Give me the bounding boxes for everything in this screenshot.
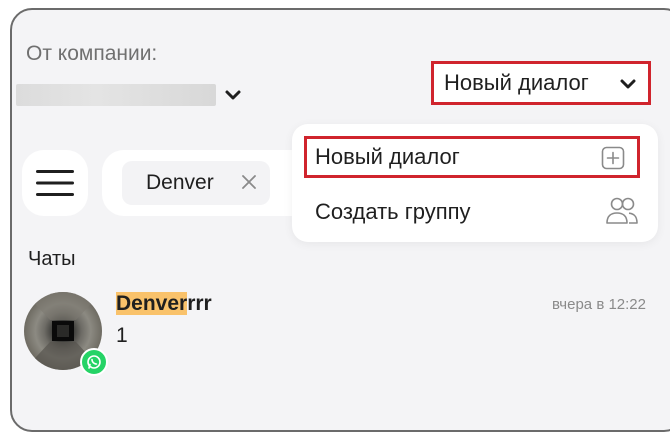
new-dialog-select[interactable]: Новый диалог: [431, 61, 651, 105]
dropdown-item-label: Создать группу: [315, 199, 471, 224]
people-group-icon: [606, 197, 638, 224]
new-dialog-select-label: Новый диалог: [444, 70, 589, 95]
chats-heading: Чаты: [28, 248, 76, 270]
search-filter-chip: Denver: [122, 161, 270, 205]
company-select-value[interactable]: [16, 84, 216, 106]
search-chip-text: Denver: [146, 171, 214, 194]
chat-timestamp: вчера в 12:22: [552, 296, 646, 313]
menu-button[interactable]: [22, 150, 88, 216]
chat-preview: 1: [116, 324, 128, 347]
dropdown-item-new-dialog[interactable]: Новый диалог: [304, 136, 640, 178]
chat-name-rest: rrr: [187, 292, 212, 315]
company-label: От компании:: [26, 42, 158, 65]
whatsapp-icon: [80, 348, 108, 376]
plus-square-icon: [601, 146, 625, 170]
dropdown-item-create-group[interactable]: Создать группу: [304, 190, 651, 234]
chevron-down-icon[interactable]: [222, 84, 244, 106]
dropdown-item-label: Новый диалог: [315, 144, 460, 169]
chat-name: Denverrrr: [116, 292, 212, 316]
chat-name-match: Denver: [116, 292, 188, 315]
close-icon[interactable]: [240, 173, 258, 191]
new-dialog-dropdown: Новый диалог Создать группу: [292, 124, 658, 242]
chevron-down-icon: [620, 79, 636, 89]
hamburger-icon: [36, 170, 74, 196]
chat-list-item[interactable]: Denverrrr вчера в 12:22 1: [20, 288, 660, 378]
